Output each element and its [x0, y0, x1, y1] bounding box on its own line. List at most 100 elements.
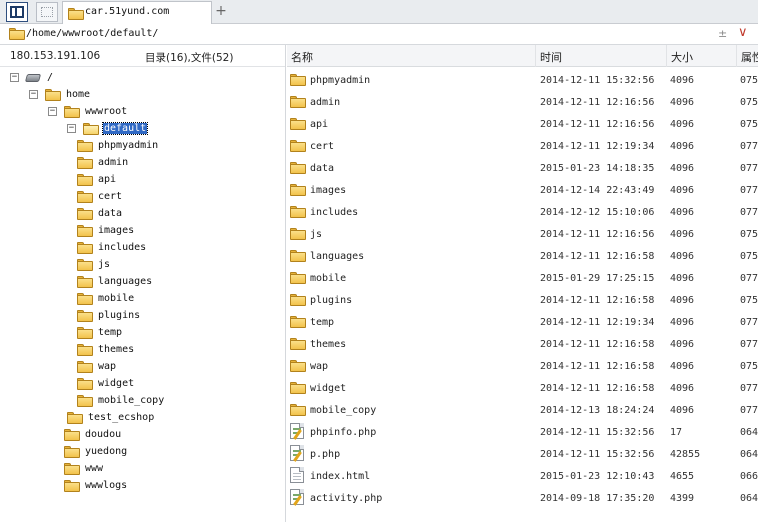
- file-attr: 077: [740, 185, 758, 196]
- file-row[interactable]: wap 2014-12-11 12:16:58 4096 075: [287, 355, 758, 377]
- file-row[interactable]: images 2014-12-14 22:43:49 4096 077: [287, 179, 758, 201]
- tree-node[interactable]: images: [0, 223, 286, 240]
- file-row[interactable]: js 2014-12-11 12:16:56 4096 075: [287, 223, 758, 245]
- file-time: 2014-12-11 15:32:56: [540, 449, 655, 460]
- file-row[interactable]: p.php 2014-12-11 15:32:56 42855 064: [287, 443, 758, 465]
- file-attr: 077: [740, 273, 758, 284]
- file-name: languages: [310, 251, 365, 262]
- tree-node[interactable]: api: [0, 172, 286, 189]
- file-row[interactable]: index.html 2015-01-23 12:10:43 4655 066: [287, 465, 758, 487]
- folder-icon: [77, 276, 93, 288]
- file-size: 42855: [670, 449, 701, 460]
- column-attr[interactable]: 属性: [737, 45, 758, 67]
- file-row[interactable]: admin 2014-12-11 12:16:56 4096 075: [287, 91, 758, 113]
- history-dropdown-button[interactable]: ∨: [738, 25, 748, 40]
- folder-icon: [77, 242, 93, 254]
- tree-node[interactable]: temp: [0, 325, 286, 342]
- folder-icon: [9, 28, 25, 40]
- file-row[interactable]: temp 2014-12-11 12:19:34 4096 077: [287, 311, 758, 333]
- file-row[interactable]: includes 2014-12-12 15:10:06 4096 077: [287, 201, 758, 223]
- column-time-label: 时间: [540, 51, 562, 64]
- column-name-label: 名称: [291, 51, 313, 64]
- file-time: 2014-12-11 12:16:56: [540, 97, 655, 108]
- column-size[interactable]: 大小: [667, 45, 737, 67]
- toggle-panel-button[interactable]: [6, 2, 28, 22]
- folder-icon: [290, 404, 306, 416]
- tree-node[interactable]: www: [0, 461, 286, 478]
- file-attr: 064: [740, 449, 758, 460]
- tree-node[interactable]: − /: [0, 70, 286, 87]
- file-name: p.php: [310, 449, 341, 460]
- file-size: 4096: [670, 119, 695, 130]
- tree-node[interactable]: − wwwroot: [0, 104, 286, 121]
- file-name: plugins: [310, 295, 353, 306]
- file-row[interactable]: plugins 2014-12-11 12:16:58 4096 075: [287, 289, 758, 311]
- tree-node[interactable]: plugins: [0, 308, 286, 325]
- tree-node[interactable]: themes: [0, 342, 286, 359]
- tree-node-label: mobile_copy: [98, 395, 165, 406]
- file-time: 2014-12-11 12:16:58: [540, 251, 655, 262]
- column-name[interactable]: 名称: [287, 45, 536, 67]
- file-attr: 075: [740, 361, 758, 372]
- file-size: 17: [670, 427, 683, 438]
- tree-node[interactable]: test_ecshop: [0, 410, 286, 427]
- tree-node[interactable]: js: [0, 257, 286, 274]
- file-row[interactable]: cert 2014-12-11 12:19:34 4096 077: [287, 135, 758, 157]
- file-time: 2014-12-11 12:16:58: [540, 295, 655, 306]
- tree-node[interactable]: widget: [0, 376, 286, 393]
- file-size: 4096: [670, 141, 695, 152]
- drive-icon: [24, 74, 42, 82]
- column-time[interactable]: 时间: [536, 45, 667, 67]
- file-row[interactable]: phpinfo.php 2014-12-11 15:32:56 17 064: [287, 421, 758, 443]
- file-attr: 075: [740, 251, 758, 262]
- tree-node[interactable]: wwwlogs: [0, 478, 286, 495]
- path-input[interactable]: /home/wwwroot/default/: [26, 28, 158, 39]
- address-bar: /home/wwwroot/default/ ± ∨: [0, 24, 758, 45]
- tab-session[interactable]: car.51yund.com: [62, 1, 212, 24]
- collapse-toggle-icon[interactable]: −: [48, 107, 57, 116]
- add-tab-button[interactable]: +: [212, 3, 230, 21]
- file-time: 2014-12-11 12:16:56: [540, 229, 655, 240]
- file-row[interactable]: languages 2014-12-11 12:16:58 4096 075: [287, 245, 758, 267]
- file-row[interactable]: data 2015-01-23 14:18:35 4096 077: [287, 157, 758, 179]
- collapse-toggle-icon[interactable]: −: [10, 73, 19, 82]
- file-row[interactable]: widget 2014-12-11 12:16:58 4096 077: [287, 377, 758, 399]
- tree-node[interactable]: − home: [0, 87, 286, 104]
- file-row[interactable]: api 2014-12-11 12:16:56 4096 075: [287, 113, 758, 135]
- folder-icon: [290, 250, 306, 262]
- tree-node-label: test_ecshop: [88, 412, 155, 423]
- file-time: 2014-12-14 22:43:49: [540, 185, 655, 196]
- file-size: 4096: [670, 163, 695, 174]
- file-row[interactable]: activity.php 2014-09-18 17:35:20 4399 064: [287, 487, 758, 509]
- file-row[interactable]: themes 2014-12-11 12:16:58 4096 077: [287, 333, 758, 355]
- tree-node[interactable]: yuedong: [0, 444, 286, 461]
- file-attr: 075: [740, 295, 758, 306]
- file-time: 2015-01-23 14:18:35: [540, 163, 655, 174]
- tree-node[interactable]: admin: [0, 155, 286, 172]
- folder-icon: [77, 395, 93, 407]
- bookmark-button[interactable]: ±: [718, 27, 727, 40]
- tree-node[interactable]: wap: [0, 359, 286, 376]
- tree-node[interactable]: data: [0, 206, 286, 223]
- file-row[interactable]: phpmyadmin 2014-12-11 15:32:56 4096 075: [287, 69, 758, 91]
- tree-node[interactable]: mobile: [0, 291, 286, 308]
- tree-node[interactable]: includes: [0, 240, 286, 257]
- file-row[interactable]: mobile 2015-01-29 17:25:15 4096 077: [287, 267, 758, 289]
- collapse-toggle-icon[interactable]: −: [29, 90, 38, 99]
- collapse-toggle-icon[interactable]: −: [67, 124, 76, 133]
- tree-node[interactable]: − default: [0, 121, 286, 138]
- file-time: 2014-12-11 15:32:56: [540, 427, 655, 438]
- file-name: data: [310, 163, 335, 174]
- tree-node[interactable]: mobile_copy: [0, 393, 286, 410]
- file-name: cert: [310, 141, 335, 152]
- new-window-button[interactable]: [36, 2, 58, 22]
- folder-icon: [290, 294, 306, 306]
- file-time: 2014-12-11 12:16:58: [540, 339, 655, 350]
- file-row[interactable]: mobile_copy 2014-12-13 18:24:24 4096 077: [287, 399, 758, 421]
- tree-node[interactable]: cert: [0, 189, 286, 206]
- file-size: 4096: [670, 75, 695, 86]
- tree-node[interactable]: doudou: [0, 427, 286, 444]
- tree-node[interactable]: languages: [0, 274, 286, 291]
- tree-node[interactable]: phpmyadmin: [0, 138, 286, 155]
- folder-icon: [290, 206, 306, 218]
